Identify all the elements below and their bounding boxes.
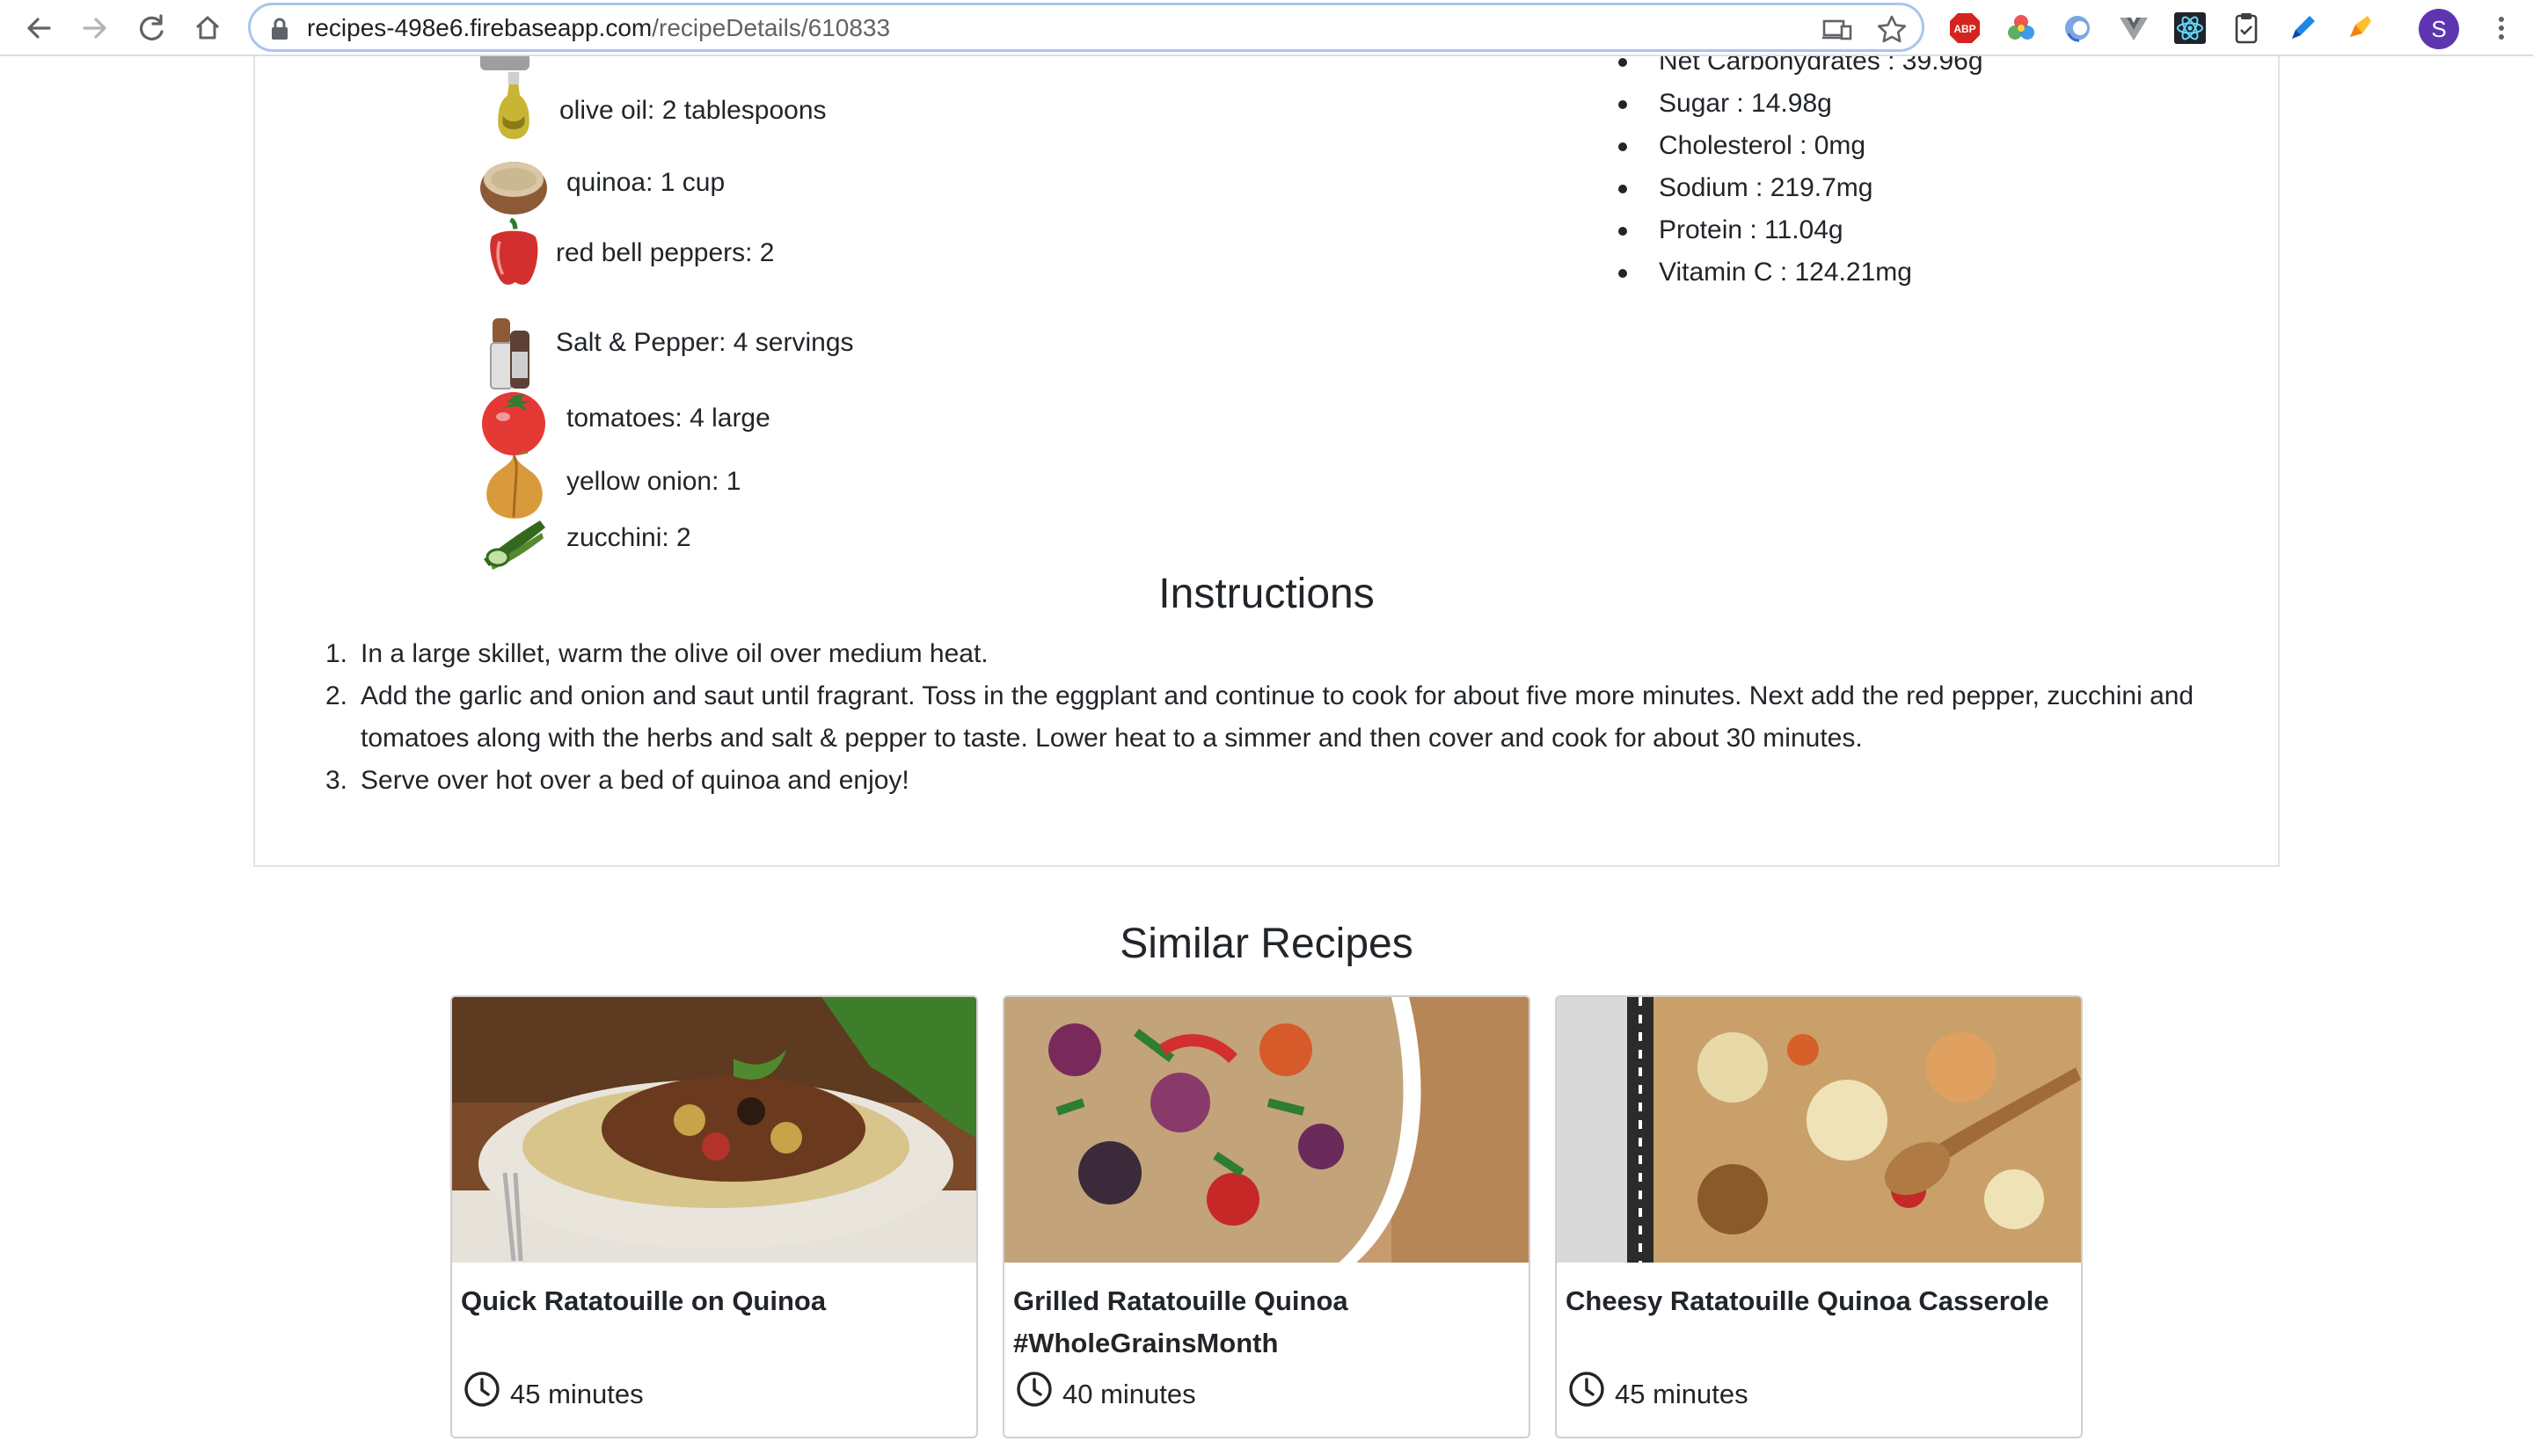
- clock-icon: [1569, 1372, 1604, 1407]
- profile-avatar[interactable]: S: [2419, 9, 2459, 49]
- similar-recipe-card[interactable]: Cheesy Ratatouille Quinoa Casserole 45 m…: [1555, 995, 2083, 1438]
- arrow-right-icon: [83, 18, 106, 39]
- recipe-image[interactable]: [452, 997, 976, 1263]
- back-button[interactable]: [19, 9, 58, 47]
- step-text: Add the garlic and onion and saut until …: [361, 681, 2194, 753]
- ingredient-text: Salt & Pepper: 4 servings: [556, 328, 854, 357]
- similar-recipes-heading: Similar Recipes: [1120, 921, 1413, 967]
- home-icon: [195, 16, 220, 40]
- browser-toolbar: recipes-498e6.firebaseapp.com/recipeDeta…: [0, 0, 2533, 56]
- nutrition-item: Sodium : 219.7mg: [1618, 167, 1983, 209]
- bookmark-star-icon[interactable]: [1874, 12, 1909, 47]
- ingredient-text: olive oil: 2 tablespoons: [559, 96, 827, 125]
- instructions-heading: Instructions: [1158, 571, 1375, 617]
- edge-icon[interactable]: [2060, 11, 2095, 46]
- zucchini-icon: [484, 521, 545, 570]
- svg-text:ABP: ABP: [1953, 23, 1975, 35]
- similar-recipe-card[interactable]: Quick Ratatouille on Quinoa 45 minutes: [450, 995, 978, 1438]
- cook-time-text: 40 minutes: [1062, 1379, 1196, 1409]
- pen-icon[interactable]: [2285, 11, 2320, 46]
- nutrition-list: Net Carbohydrates : 39.96g Sugar : 14.98…: [1618, 40, 1983, 294]
- address-bar[interactable]: recipes-498e6.firebaseapp.com/recipeDeta…: [248, 3, 1924, 52]
- install-app-icon[interactable]: [1820, 12, 1855, 47]
- reload-button[interactable]: [132, 9, 171, 47]
- olive-oil-icon: [498, 71, 529, 140]
- cook-time-text: 45 minutes: [1615, 1379, 1748, 1409]
- nutrition-item: Vitamin C : 124.21mg: [1618, 251, 1983, 294]
- nutrition-item: Protein : 11.04g: [1618, 209, 1983, 251]
- nutrition-item: Cholesterol : 0mg: [1618, 125, 1983, 167]
- similar-recipe-card[interactable]: Grilled Ratatouille Quinoa #WholeGrainsM…: [1003, 995, 1530, 1438]
- quinoa-icon: [480, 162, 547, 215]
- step-text: Serve over hot over a bed of quinoa and …: [361, 766, 909, 795]
- forward-button[interactable]: [76, 9, 114, 47]
- reload-icon: [139, 14, 164, 40]
- recipe-title[interactable]: Grilled Ratatouille Quinoa #WholeGrainsM…: [1013, 1280, 1515, 1365]
- salt-pepper-icon: [490, 318, 529, 389]
- ingredient-text: red bell peppers: 2: [556, 238, 775, 267]
- red-bell-pepper-icon: [490, 218, 538, 285]
- step-number: 2.: [325, 681, 348, 710]
- tomato-icon: [482, 392, 545, 455]
- instruction-step: 1. In a large skillet, warm the olive oil…: [325, 633, 2213, 675]
- step-text: In a large skillet, warm the olive oil o…: [361, 639, 989, 668]
- instructions-list: 1. In a large skillet, warm the olive oil…: [325, 633, 2213, 802]
- url-text: recipes-498e6.firebaseapp.com/recipeDeta…: [307, 14, 890, 42]
- menu-dots-icon[interactable]: [2484, 11, 2519, 46]
- clock-icon: [464, 1372, 500, 1407]
- home-button[interactable]: [188, 9, 227, 47]
- clock-icon: [1017, 1372, 1052, 1407]
- nutrition-item: Sugar : 14.98g: [1618, 83, 1983, 125]
- ingredient-text: tomatoes: 4 large: [566, 404, 770, 433]
- cook-time-text: 45 minutes: [510, 1379, 644, 1409]
- color-wheel-icon[interactable]: [2004, 11, 2039, 46]
- adblock-icon[interactable]: ABP: [1947, 11, 1982, 46]
- ingredient-text: zucchini: 2: [566, 523, 691, 552]
- cut-off-ingredient-image: [480, 56, 529, 70]
- instruction-step: 3. Serve over hot over a bed of quinoa an…: [325, 760, 2213, 802]
- recipe-title[interactable]: Quick Ratatouille on Quinoa: [461, 1280, 962, 1322]
- react-icon[interactable]: [2172, 11, 2208, 46]
- recipe-image[interactable]: [1004, 997, 1529, 1263]
- yellow-onion-icon: [486, 450, 543, 519]
- url-path: /recipeDetails/610833: [652, 14, 891, 41]
- recipe-title[interactable]: Cheesy Ratatouille Quinoa Casserole: [1566, 1280, 2067, 1322]
- ingredient-text: quinoa: 1 cup: [566, 168, 726, 197]
- vue-icon[interactable]: [2116, 11, 2151, 46]
- clipboard-icon[interactable]: [2229, 11, 2264, 46]
- step-number: 3.: [325, 766, 348, 795]
- arrow-left-icon: [27, 18, 51, 39]
- highlighter-icon[interactable]: [2341, 11, 2376, 46]
- instruction-step: 2. Add the garlic and onion and saut unti…: [325, 675, 2213, 760]
- url-host: recipes-498e6.firebaseapp.com: [307, 14, 653, 41]
- recipe-image[interactable]: [1557, 997, 2081, 1263]
- lock-icon: [272, 18, 288, 40]
- step-number: 1.: [325, 639, 348, 668]
- ingredient-text: yellow onion: 1: [566, 467, 741, 496]
